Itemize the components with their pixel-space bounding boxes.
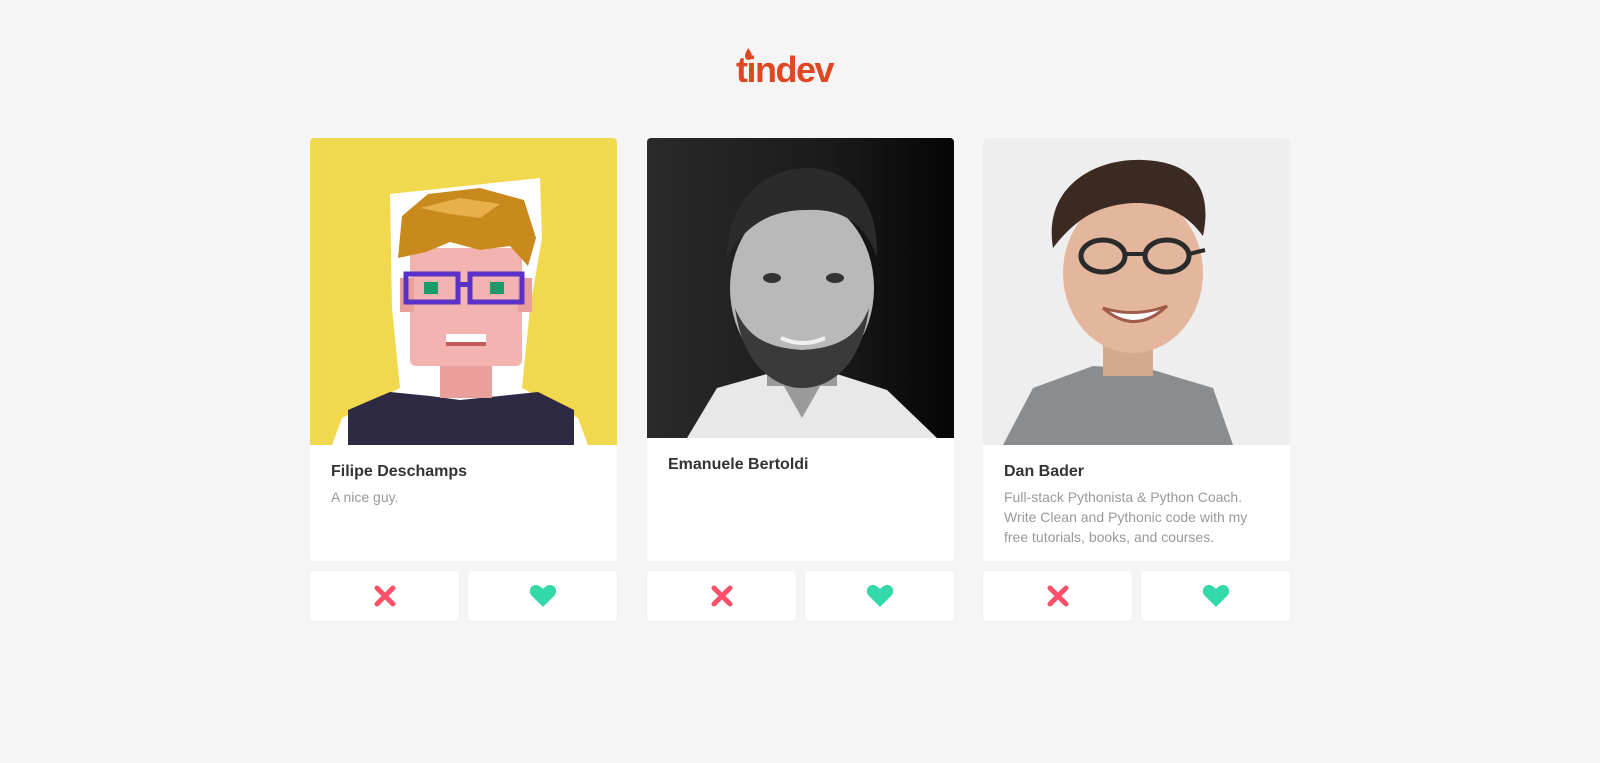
heart-icon xyxy=(1202,585,1229,607)
like-button[interactable] xyxy=(1141,571,1290,621)
dev-card: Filipe Deschamps A nice guy. xyxy=(310,138,617,561)
close-icon xyxy=(374,585,395,607)
dislike-button[interactable] xyxy=(647,571,796,621)
dislike-button[interactable] xyxy=(983,571,1132,621)
dev-card: Dan Bader Full-stack Pythonista & Python… xyxy=(983,138,1290,561)
dev-name: Filipe Deschamps xyxy=(331,463,468,480)
dev-avatar xyxy=(310,138,617,445)
dislike-button[interactable] xyxy=(310,571,459,621)
like-button[interactable] xyxy=(468,571,617,621)
tindev-logo: tindev xyxy=(736,44,864,92)
dev-name: Emanuele Bertoldi xyxy=(668,456,809,473)
heart-icon xyxy=(866,585,893,607)
like-button[interactable] xyxy=(805,571,954,621)
dev-bio: Full-stack Pythonista & Python Coach. Wr… xyxy=(1004,489,1248,545)
dev-avatar xyxy=(647,138,954,438)
close-icon xyxy=(1047,585,1068,607)
heart-icon xyxy=(529,585,556,607)
dev-card: Emanuele Bertoldi xyxy=(647,138,954,561)
dev-bio: A nice guy. xyxy=(331,489,399,505)
close-icon xyxy=(711,585,732,607)
dev-avatar xyxy=(983,138,1290,445)
dev-name: Dan Bader xyxy=(1004,463,1085,480)
